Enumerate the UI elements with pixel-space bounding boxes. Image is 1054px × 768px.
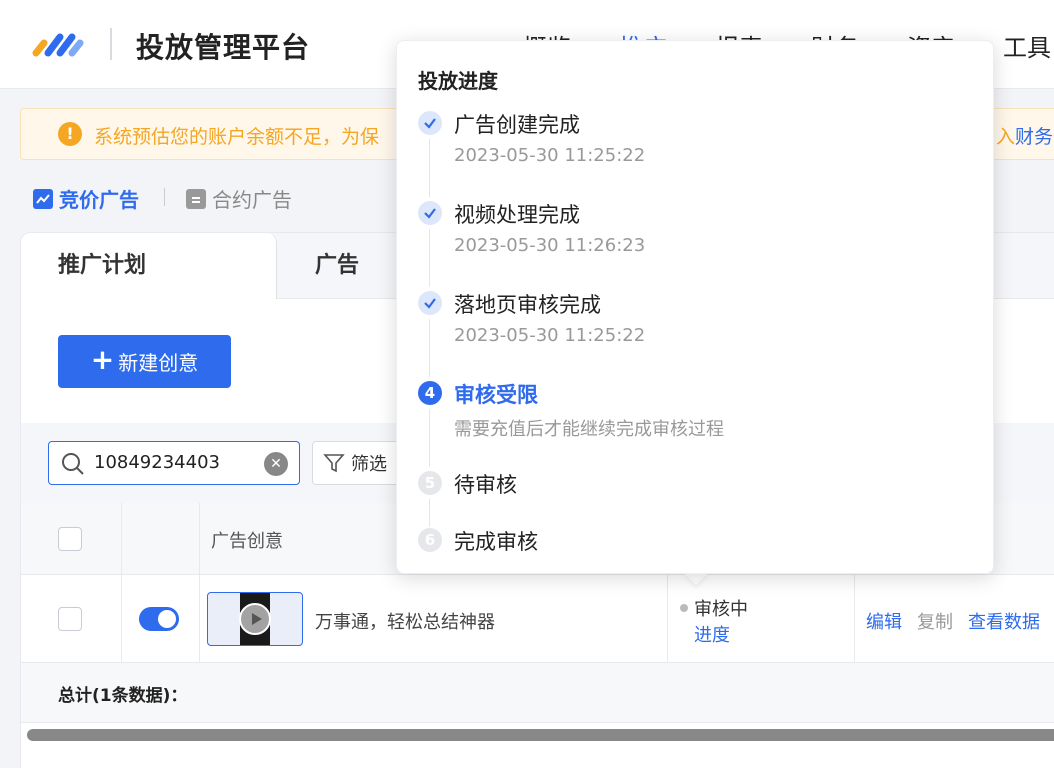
column-divider xyxy=(199,503,200,575)
enable-toggle[interactable] xyxy=(139,607,179,631)
step-item: 落地页审核完成 2023-05-30 11:25:22 xyxy=(418,289,978,379)
column-header-creative: 广告创意 xyxy=(211,531,283,552)
nav-tools[interactable]: 工具 xyxy=(1003,28,1051,63)
app-title: 投放管理平台 xyxy=(136,31,311,64)
step-item: 视频处理完成 2023-05-30 11:26:23 xyxy=(418,199,978,289)
new-creative-label: 新建创意 xyxy=(118,351,199,375)
edit-link[interactable]: 编辑 xyxy=(866,608,902,634)
creative-name: 万事通，轻松总结神器 xyxy=(315,612,495,633)
step-title: 视频处理完成 xyxy=(454,203,580,227)
check-icon xyxy=(418,291,442,315)
view-data-link[interactable]: 查看数据 xyxy=(968,608,1040,634)
step-connector xyxy=(429,139,430,197)
step-connector xyxy=(429,319,430,377)
step-title: 待审核 xyxy=(454,473,517,497)
search-icon xyxy=(62,453,84,475)
alert-finance-link[interactable]: 财务 xyxy=(1015,126,1053,148)
column-divider xyxy=(199,575,200,663)
adtype-divider xyxy=(164,188,165,206)
clear-icon[interactable]: ✕ xyxy=(264,452,288,476)
filter-label: 筛选 xyxy=(351,454,387,475)
search-input[interactable] xyxy=(94,442,254,484)
document-icon xyxy=(186,188,206,209)
adtype-bidding-label: 竞价广告 xyxy=(59,188,139,212)
tab-promotion-plan[interactable]: 推广计划 xyxy=(21,233,277,299)
step-number-icon: 4 xyxy=(418,381,442,405)
step-time: 2023-05-30 11:25:22 xyxy=(454,325,646,346)
play-icon[interactable] xyxy=(239,603,271,635)
step-title: 审核受限 xyxy=(454,383,538,407)
popover-title: 投放进度 xyxy=(418,69,498,93)
adtype-contract-label: 合约广告 xyxy=(212,188,292,212)
step-number-icon: 6 xyxy=(418,528,442,552)
step-item: 广告创建完成 2023-05-30 11:25:22 xyxy=(418,109,978,199)
step-item-current: 4 审核受限 需要充值后才能继续完成审核过程 xyxy=(418,379,978,469)
alert-right-text: 入财务 xyxy=(996,122,1053,149)
step-connector xyxy=(429,409,430,467)
horizontal-scrollbar[interactable] xyxy=(27,729,1054,741)
column-divider xyxy=(121,503,122,575)
alert-text: 系统预估您的账户余额不足，为保 xyxy=(94,126,380,148)
progress-popover: 投放进度 广告创建完成 2023-05-30 11:25:22 视频处理完成 2… xyxy=(396,40,994,574)
alert-right-suffix: 入 xyxy=(996,126,1016,148)
step-connector xyxy=(429,499,430,527)
step-title: 广告创建完成 xyxy=(454,113,580,137)
step-connector xyxy=(429,229,430,287)
step-title: 完成审核 xyxy=(454,530,538,554)
step-title: 落地页审核完成 xyxy=(454,293,601,317)
status-text: 审核中 xyxy=(694,599,748,620)
plus-icon: + xyxy=(90,343,115,376)
total-text: 总计(1条数据)： xyxy=(58,686,188,706)
step-item: 6 完成审核 xyxy=(418,526,978,566)
search-box[interactable]: ✕ xyxy=(48,441,300,485)
copy-link[interactable]: 复制 xyxy=(917,608,953,634)
new-creative-button[interactable]: + 新建创意 xyxy=(58,335,231,388)
creative-thumbnail[interactable] xyxy=(207,592,303,646)
check-icon xyxy=(418,201,442,225)
trend-chart-icon xyxy=(33,188,53,209)
filter-icon xyxy=(323,454,345,473)
column-divider xyxy=(854,575,855,663)
step-note: 需要充值后才能继续完成审核过程 xyxy=(454,419,724,440)
select-all-checkbox[interactable] xyxy=(58,527,82,551)
brand-logo-icon[interactable] xyxy=(32,29,86,59)
tab-ad[interactable]: 广告 xyxy=(315,233,359,299)
column-divider xyxy=(121,575,122,663)
step-time: 2023-05-30 11:25:22 xyxy=(454,145,646,166)
step-number-icon: 5 xyxy=(418,471,442,495)
step-item: 5 待审核 xyxy=(418,469,978,527)
header-divider xyxy=(110,28,112,60)
status-dot-icon xyxy=(680,604,688,612)
step-time: 2023-05-30 11:26:23 xyxy=(454,235,646,256)
row-checkbox[interactable] xyxy=(58,607,82,631)
adtype-contract[interactable]: 合约广告 xyxy=(186,184,292,213)
progress-link[interactable]: 进度 xyxy=(694,621,730,647)
adtype-bidding[interactable]: 竞价广告 xyxy=(33,184,139,213)
table-row: 万事通，轻松总结神器 审核中 进度 编辑 复制 查看数据 xyxy=(21,575,1054,663)
warning-icon: ! xyxy=(58,122,82,146)
check-icon xyxy=(418,111,442,135)
total-row: 总计(1条数据)： xyxy=(21,663,1054,723)
column-divider xyxy=(667,575,668,663)
